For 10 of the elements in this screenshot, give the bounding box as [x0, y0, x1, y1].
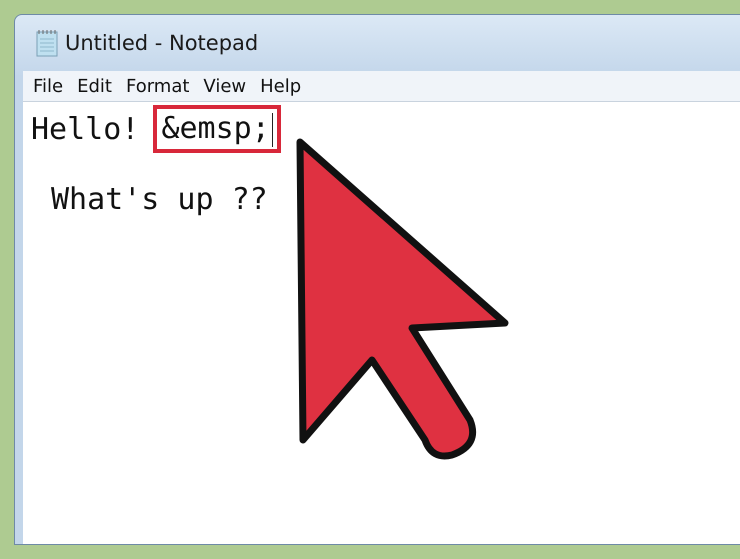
window-title: Untitled - Notepad	[65, 31, 258, 55]
menu-item[interactable]: Format	[126, 76, 190, 96]
text-line: What's up ??	[51, 182, 268, 216]
menu-item[interactable]: View	[203, 76, 246, 96]
highlighted-text: &emsp;	[157, 109, 277, 149]
menu-item[interactable]: Help	[260, 76, 302, 96]
text-line: Hello!	[31, 112, 140, 146]
menu-item[interactable]: File	[33, 76, 64, 96]
notepad-icon	[35, 29, 59, 57]
menu-item[interactable]: Edit	[77, 76, 112, 96]
